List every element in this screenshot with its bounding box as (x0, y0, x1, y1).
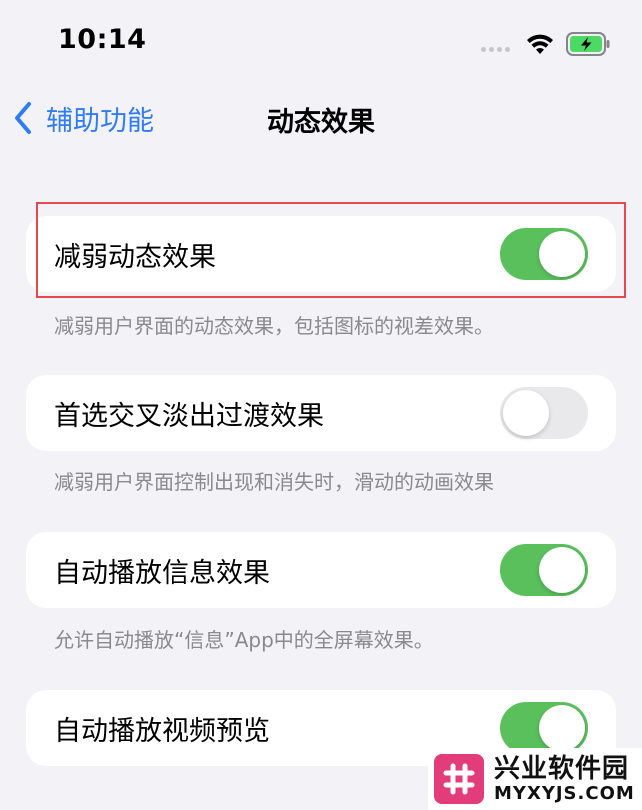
watermark-logo-icon (434, 754, 484, 804)
watermark-name: 兴业软件园 (494, 754, 630, 784)
row-label: 首选交叉淡出过渡效果 (54, 400, 324, 432)
toggle-knob (539, 547, 585, 593)
row-label: 自动播放信息效果 (54, 557, 270, 589)
auto-play-message-effects-footnote: 允许自动播放“信息”App中的全屏幕效果。 (54, 628, 434, 652)
page-title: 动态效果 (267, 107, 375, 138)
row-label: 自动播放视频预览 (54, 715, 270, 747)
auto-play-video-previews-toggle[interactable] (500, 702, 588, 754)
cellular-signal-icon (481, 47, 510, 52)
watermark-domain: MYXYJS.COM (494, 783, 635, 804)
row-label: 减弱动态效果 (54, 241, 216, 273)
cross-fade-row: 首选交叉淡出过渡效果 (26, 375, 616, 451)
settings-screen: 10:14 辅助功能 动态效果 减弱动态效果 减弱用户界面的动态效果，包括图标的… (0, 0, 642, 810)
cross-fade-toggle[interactable] (500, 387, 588, 439)
watermark: 兴业软件园 MYXYJS.COM (428, 748, 642, 810)
wifi-icon (527, 34, 553, 54)
toggle-knob (503, 390, 549, 436)
toggle-knob (539, 231, 585, 277)
reduce-motion-row: 减弱动态效果 (26, 216, 616, 292)
battery-charging-icon (566, 32, 610, 56)
reduce-motion-footnote: 减弱用户界面的动态效果，包括图标的视差效果。 (54, 314, 494, 338)
auto-play-message-effects-toggle[interactable] (500, 544, 588, 596)
auto-play-message-effects-row: 自动播放信息效果 (26, 532, 616, 608)
toggle-knob (539, 705, 585, 751)
status-time: 10:14 (58, 24, 147, 55)
cross-fade-footnote: 减弱用户界面控制出现和消失时，滑动的动画效果 (54, 470, 494, 494)
reduce-motion-toggle[interactable] (500, 228, 588, 280)
